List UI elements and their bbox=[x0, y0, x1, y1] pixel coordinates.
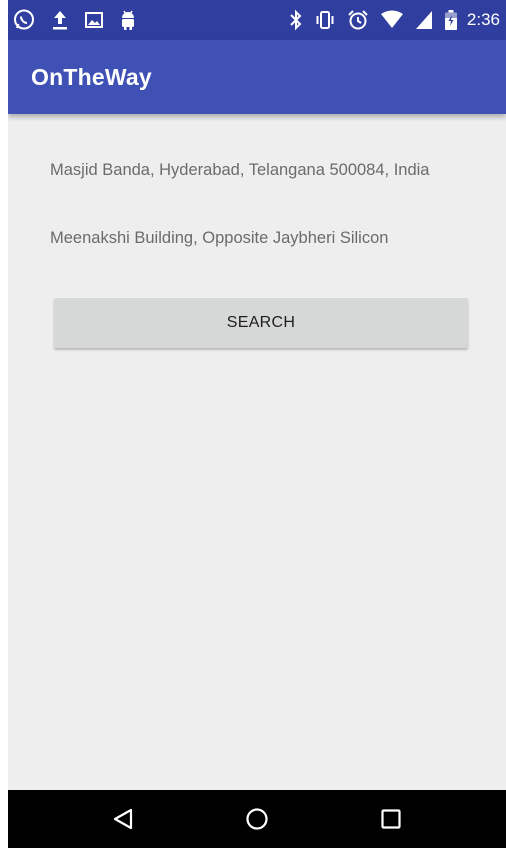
source-address-field[interactable]: Masjid Banda, Hyderabad, Telangana 50008… bbox=[50, 161, 429, 180]
status-bar: 2:36 bbox=[8, 0, 506, 40]
phone-screen: 2:36 OnTheWay Masjid Banda, Hyderabad, T… bbox=[8, 0, 506, 848]
back-icon[interactable] bbox=[93, 790, 153, 848]
alarm-icon bbox=[347, 9, 369, 31]
bluetooth-icon bbox=[289, 9, 303, 31]
signal-icon bbox=[415, 10, 433, 30]
app-bar: OnTheWay bbox=[8, 40, 506, 114]
home-icon[interactable] bbox=[227, 790, 287, 848]
upload-icon bbox=[50, 8, 70, 32]
whatsapp-icon bbox=[12, 8, 36, 32]
destination-address-field[interactable]: Meenakshi Building, Opposite Jaybheri Si… bbox=[50, 229, 388, 248]
vibrate-icon bbox=[314, 9, 336, 31]
navigation-bar bbox=[8, 790, 506, 848]
wifi-icon bbox=[380, 10, 404, 30]
status-time: 2:36 bbox=[466, 10, 500, 29]
android-icon bbox=[118, 8, 138, 32]
app-title: OnTheWay bbox=[31, 63, 152, 90]
notification-icons bbox=[12, 8, 152, 32]
recents-icon[interactable] bbox=[361, 790, 421, 848]
system-icons: 2:36 bbox=[278, 9, 500, 31]
battery-icon bbox=[444, 9, 458, 31]
image-icon bbox=[84, 10, 104, 30]
search-button[interactable]: SEARCH bbox=[54, 298, 468, 348]
